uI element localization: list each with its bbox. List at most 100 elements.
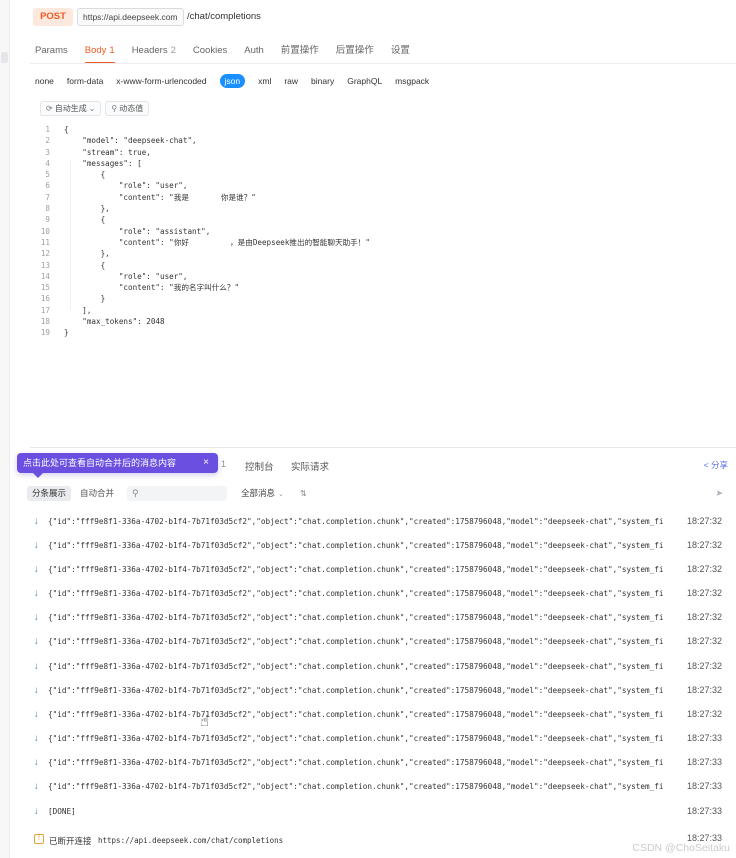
body-type-form-data[interactable]: form-data [67, 74, 103, 88]
message-time: 18:27:33 [686, 806, 722, 816]
line-number: 1 [45, 125, 50, 134]
message-search-input[interactable]: ⚲ [127, 486, 227, 501]
code-line: 2 "model": "deepseek-chat", [30, 135, 736, 146]
line-number: 16 [40, 294, 50, 304]
body-type-graphql[interactable]: GraphQL [347, 74, 382, 88]
split-view-toggle[interactable]: 分条展示 [27, 486, 72, 501]
message-row[interactable]: ↓ {"id":"fff9e8f1-336a-4702-b1f4-7b71f03d… [30, 706, 732, 724]
download-arrow-icon: ↓ [34, 757, 39, 768]
tab-actual-request[interactable]: 实际请求 [291, 459, 329, 473]
line-number: 8 [45, 204, 50, 214]
tab-label: 前置操作 [280, 45, 319, 56]
message-row[interactable]: ↓ {"id":"fff9e8f1-336a-4702-b1f4-7b71f03d… [30, 537, 732, 555]
merge-hint-tooltip[interactable]: 点击此处可查看自动合并后的消息内容 × [17, 453, 218, 478]
sort-icon[interactable]: ⇅ [300, 486, 307, 501]
download-arrow-icon: ↓ [34, 733, 39, 744]
message-toolbar: 分条展示 自动合并 ⚲ 全部消息 ⌄ ⇅ ➤ [27, 486, 727, 501]
body-type-msgpack[interactable]: msgpack [395, 74, 429, 88]
tab-pre-operations[interactable]: 前置操作 [281, 44, 319, 60]
message-row[interactable]: ↓ {"id":"fff9e8f1-336a-4702-b1f4-7b71f03d… [30, 778, 732, 796]
refresh-icon: ⟳ [46, 104, 53, 113]
message-row[interactable]: ↓ [DONE] 18:27:33 [30, 803, 732, 821]
message-time: 18:27:33 [686, 781, 722, 791]
message-row[interactable]: ↓ {"id":"fff9e8f1-336a-4702-b1f4-7b71f03d… [30, 658, 732, 676]
message-row[interactable]: ↓ {"id":"fff9e8f1-336a-4702-b1f4-7b71f03d… [30, 682, 732, 700]
tab-params[interactable]: Params [35, 44, 68, 60]
dynamic-value-button[interactable]: ⚲ 动态值 [105, 101, 150, 116]
message-row[interactable]: ↓ {"id":"fff9e8f1-336a-4702-b1f4-7b71f03d… [30, 754, 732, 772]
tab-headers[interactable]: Headers 2 [132, 44, 176, 60]
body-type-xml[interactable]: xml [258, 74, 271, 88]
body-type-json[interactable]: json [219, 74, 246, 88]
body-type-urlencoded[interactable]: x-www-form-urlencoded [116, 74, 206, 88]
line-number: 10 [40, 226, 50, 236]
line-number: 3 [45, 147, 50, 157]
code-text: { [64, 260, 106, 270]
tab-count-badge: 2 [170, 45, 176, 56]
tooltip-text: 点击此处可查看自动合并后的消息内容 [23, 458, 177, 468]
code-text: ], [64, 305, 92, 315]
http-method-select[interactable]: POST [33, 8, 73, 26]
message-text: {"id":"fff9e8f1-336a-4702-b1f4-7b71f03d5… [48, 734, 664, 743]
code-line: 4 "messages": [ [30, 158, 736, 169]
message-row[interactable]: ↓ {"id":"fff9e8f1-336a-4702-b1f4-7b71f03d… [30, 513, 732, 531]
left-sidebar-strip [0, 0, 10, 858]
close-icon[interactable]: × [203, 453, 209, 473]
code-line: 10 "role": "assistant", [30, 226, 736, 237]
code-text: "model": "deepseek-chat", [64, 136, 197, 146]
send-icon[interactable]: ➤ [715, 486, 723, 501]
line-number: 13 [40, 260, 50, 270]
message-row[interactable]: ↓ {"id":"fff9e8f1-336a-4702-b1f4-7b71f03d… [30, 609, 732, 627]
share-button[interactable]: < 分享 [704, 459, 728, 471]
mouse-pointer-icon: ☝ [200, 713, 210, 730]
body-type-selector: none form-data x-www-form-urlencoded jso… [35, 74, 442, 88]
message-text: {"id":"fff9e8f1-336a-4702-b1f4-7b71f03d5… [48, 758, 664, 767]
tab-body[interactable]: Body 1 [84, 44, 115, 64]
magic-wand-icon: ⚲ [111, 104, 118, 113]
json-body-editor[interactable]: 1{2 "model": "deepseek-chat", 3 "stream":… [30, 124, 736, 339]
tab-label: Cookies [192, 45, 228, 56]
message-text: {"id":"fff9e8f1-336a-4702-b1f4-7b71f03d5… [48, 686, 664, 695]
message-row[interactable]: ↓ {"id":"fff9e8f1-336a-4702-b1f4-7b71f03d… [30, 730, 732, 748]
line-number: 12 [40, 249, 50, 259]
base-url-selector[interactable]: https://api.deepseek.com [77, 8, 184, 26]
request-url-bar: POST https://api.deepseek.com /chat/comp… [30, 6, 736, 30]
tabs-divider [30, 63, 736, 64]
body-type-raw[interactable]: raw [284, 74, 298, 88]
download-arrow-icon: ↓ [34, 781, 39, 792]
message-time: 18:27:32 [686, 516, 722, 526]
code-text: "role": "user", [64, 271, 188, 281]
auto-generate-label: 自动生成 [54, 104, 87, 113]
message-time: 18:27:33 [686, 733, 722, 743]
auto-generate-button[interactable]: ⟳ 自动生成 ⌄ [40, 101, 102, 116]
line-number: 9 [45, 215, 50, 225]
body-type-binary[interactable]: binary [311, 74, 334, 88]
line-number: 15 [40, 283, 50, 293]
message-text: {"id":"fff9e8f1-336a-4702-b1f4-7b71f03d5… [48, 782, 664, 791]
message-row[interactable]: ↓ {"id":"fff9e8f1-336a-4702-b1f4-7b71f03d… [30, 561, 732, 579]
tab-label: Auth [244, 45, 264, 56]
tab-cookies[interactable]: Cookies [193, 44, 227, 60]
message-time: 18:27:32 [686, 685, 722, 695]
sidebar-handle[interactable] [1, 52, 8, 63]
code-text: "content": "我的名字叫什么？" [64, 283, 240, 293]
line-number: 17 [40, 305, 50, 315]
tab-label: Headers [131, 45, 168, 56]
body-type-none[interactable]: none [35, 74, 54, 88]
message-row[interactable]: ↓ {"id":"fff9e8f1-336a-4702-b1f4-7b71f03d… [30, 633, 732, 651]
auto-merge-toggle[interactable]: 自动合并 [75, 486, 119, 501]
tab-settings[interactable]: 设置 [391, 44, 410, 60]
message-filter-select[interactable]: 全部消息 ⌄ [241, 486, 284, 502]
code-line: 17 ], [30, 305, 736, 316]
tab-post-operations[interactable]: 后置操作 [336, 44, 374, 60]
panel-divider [30, 447, 736, 448]
message-row[interactable]: ↓ {"id":"fff9e8f1-336a-4702-b1f4-7b71f03d… [30, 585, 732, 603]
message-time: 18:27:32 [686, 612, 722, 622]
tab-label: Params [35, 45, 68, 56]
message-text: {"id":"fff9e8f1-336a-4702-b1f4-7b71f03d5… [48, 662, 664, 671]
message-time: 18:27:32 [686, 636, 722, 646]
url-path-input[interactable]: /chat/completions [187, 8, 261, 26]
tab-console[interactable]: 控制台 [245, 459, 274, 473]
message-time: 18:27:32 [686, 540, 722, 550]
tab-auth[interactable]: Auth [244, 44, 264, 60]
